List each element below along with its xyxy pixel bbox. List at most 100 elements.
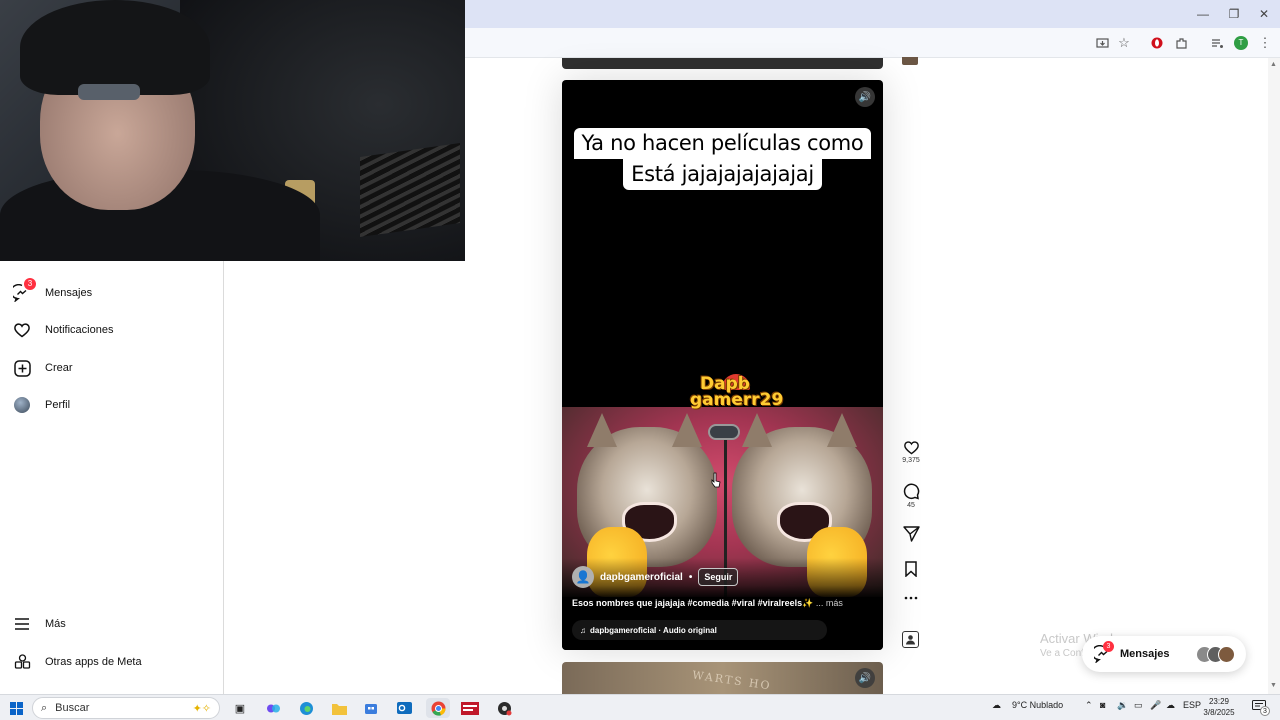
logo-line-2: gamerr29: [690, 390, 784, 410]
speaker-icon[interactable]: 🔉: [1117, 700, 1128, 711]
more-options-button[interactable]: [898, 596, 924, 600]
star-icon[interactable]: ☆: [1114, 33, 1134, 53]
next-reel[interactable]: WARTS HO 🔊: [562, 662, 883, 694]
comment-button[interactable]: 45: [898, 483, 924, 509]
minimize-button[interactable]: —: [1188, 4, 1218, 24]
sidebar-item-label: Mensajes: [45, 287, 93, 299]
more-link[interactable]: ... más: [816, 598, 843, 608]
copilot-icon[interactable]: [263, 698, 283, 718]
weather-icon[interactable]: ☁: [992, 700, 1001, 711]
cat-ear: [587, 413, 617, 447]
page-scrollbar[interactable]: ▲ ▼: [1268, 58, 1280, 694]
extensions-icon[interactable]: [1171, 33, 1191, 53]
cloud-icon[interactable]: ☁: [1166, 700, 1175, 711]
cat-ear: [672, 413, 702, 447]
audio-pill[interactable]: ♫ dapbgameroficial · Audio original: [572, 620, 827, 640]
volume-icon[interactable]: 🔊: [855, 668, 875, 688]
sidebar-item-label: Notificaciones: [45, 324, 114, 336]
reel-video[interactable]: 🔊 Ya no hacen películas como Está jajaja…: [562, 80, 883, 650]
webcam-hat: [20, 0, 210, 95]
messages-badge: 3: [24, 278, 36, 290]
previous-reel[interactable]: [562, 58, 883, 69]
sidebar-item-mensajes[interactable]: 3 Mensajes: [12, 278, 212, 308]
avatar-wrapper: [12, 395, 32, 415]
meta-apps-icon: [12, 652, 32, 672]
weather-text[interactable]: 9°C Nublado: [1012, 700, 1063, 710]
sparkle-icon: ✦✧: [192, 702, 211, 715]
sidebar-item-notificaciones[interactable]: Notificaciones: [12, 315, 212, 345]
install-app-icon[interactable]: [1092, 33, 1112, 53]
share-button[interactable]: [898, 526, 924, 542]
outlook-icon[interactable]: [394, 698, 414, 718]
follow-button[interactable]: Seguir: [698, 568, 739, 586]
menu-icon[interactable]: ⋮: [1255, 33, 1275, 53]
edge-icon[interactable]: [296, 698, 316, 718]
clock-time: 23:29: [1208, 697, 1230, 706]
volume-icon[interactable]: 🔊: [855, 87, 875, 107]
messages-pill-badge: 3: [1103, 641, 1114, 652]
media-icon[interactable]: [1207, 33, 1227, 53]
sidebar-item-otras-apps[interactable]: Otras apps de Meta: [12, 647, 212, 677]
description-text: Esos nombres que jajajaja #comedia #vira…: [572, 598, 814, 608]
sidebar-item-mas[interactable]: Más: [12, 609, 212, 639]
channel-logo: Dapb gamerr29: [690, 376, 784, 410]
sidebar-item-label: Otras apps de Meta: [45, 656, 142, 668]
notification-center-icon[interactable]: 3: [1252, 700, 1270, 716]
sidebar-item-perfil[interactable]: Perfil: [12, 390, 212, 420]
task-view-icon[interactable]: ▣: [230, 698, 250, 718]
avatar: [14, 397, 30, 413]
messages-pill-label: Mensajes: [1120, 648, 1170, 660]
webcam-shelf: [360, 142, 460, 238]
save-button[interactable]: [898, 561, 924, 577]
scroll-up-icon[interactable]: ▲: [1270, 61, 1277, 68]
reel-description: Esos nombres que jajajaja #comedia #vira…: [572, 598, 843, 609]
windows-taskbar: ⌕ Buscar ✦✧ ▣ ☁ 9°C Nublado ⌃ ◙ 🔉 ▭ 🎤 ☁ …: [0, 694, 1280, 720]
restore-button[interactable]: ❐: [1219, 4, 1249, 24]
sidebar-item-label: Más: [45, 618, 66, 630]
network-icon[interactable]: ▭: [1134, 700, 1143, 711]
reel-author-profile-icon[interactable]: [902, 631, 919, 648]
chrome-icon[interactable]: [426, 698, 450, 718]
sidebar-item-label: Perfil: [45, 399, 71, 411]
obs-icon[interactable]: [494, 698, 514, 718]
profile-icon[interactable]: T: [1231, 33, 1251, 53]
notification-count: 3: [1260, 706, 1270, 716]
chevron-up-icon[interactable]: ⌃: [1085, 700, 1093, 711]
taskbar-clock[interactable]: 23:29 3/8/2025: [1198, 696, 1240, 718]
user-avatar-icon[interactable]: 👤: [572, 566, 594, 588]
webcam-overlay: [0, 0, 465, 261]
bookmark-icon: [905, 561, 917, 577]
caption-line-2: Está jajajajajajajaj: [623, 159, 822, 190]
windows-start-icon[interactable]: [6, 698, 26, 718]
reel-username[interactable]: dapbgameroficial: [600, 572, 683, 583]
streaming-app-icon[interactable]: [459, 698, 481, 718]
microphone-icon[interactable]: 🎤: [1150, 700, 1161, 711]
reel-author-row: 👤 dapbgameroficial • Seguir: [572, 566, 739, 588]
messages-pill[interactable]: 3 Mensajes: [1082, 636, 1246, 672]
clock-date: 3/8/2025: [1203, 708, 1235, 717]
webcam-headband: [78, 84, 140, 100]
sidebar-item-crear[interactable]: Crear: [12, 353, 212, 383]
like-count: 9,375: [902, 457, 920, 464]
sidebar-item-label: Crear: [45, 362, 73, 374]
hamburger-icon: [12, 614, 32, 634]
scroll-down-icon[interactable]: ▼: [1270, 682, 1277, 689]
cat-ear: [827, 413, 857, 447]
store-icon[interactable]: [361, 698, 381, 718]
separator-dot: •: [688, 571, 693, 583]
screen: — ❐ ✕ ☆ T ⋮ 3 Mensajes Notificaciones Cr…: [0, 0, 1280, 720]
send-icon: [902, 526, 920, 542]
file-explorer-icon[interactable]: [329, 698, 349, 718]
taskbar-search[interactable]: ⌕ Buscar ✦✧: [32, 697, 220, 719]
heart-icon: [903, 441, 919, 455]
previous-reel-audio-thumb[interactable]: [902, 57, 918, 65]
ellipsis-icon: [904, 596, 918, 600]
opera-icon[interactable]: [1147, 33, 1167, 53]
mouse-cursor-icon: [711, 472, 721, 488]
gamepad-icon: [708, 424, 740, 440]
camera-icon[interactable]: ◙: [1100, 700, 1105, 710]
audio-label: dapbgameroficial · Audio original: [590, 625, 717, 635]
close-button[interactable]: ✕: [1249, 4, 1279, 24]
like-button[interactable]: 9,375: [898, 440, 924, 464]
search-placeholder: Buscar: [55, 702, 90, 714]
